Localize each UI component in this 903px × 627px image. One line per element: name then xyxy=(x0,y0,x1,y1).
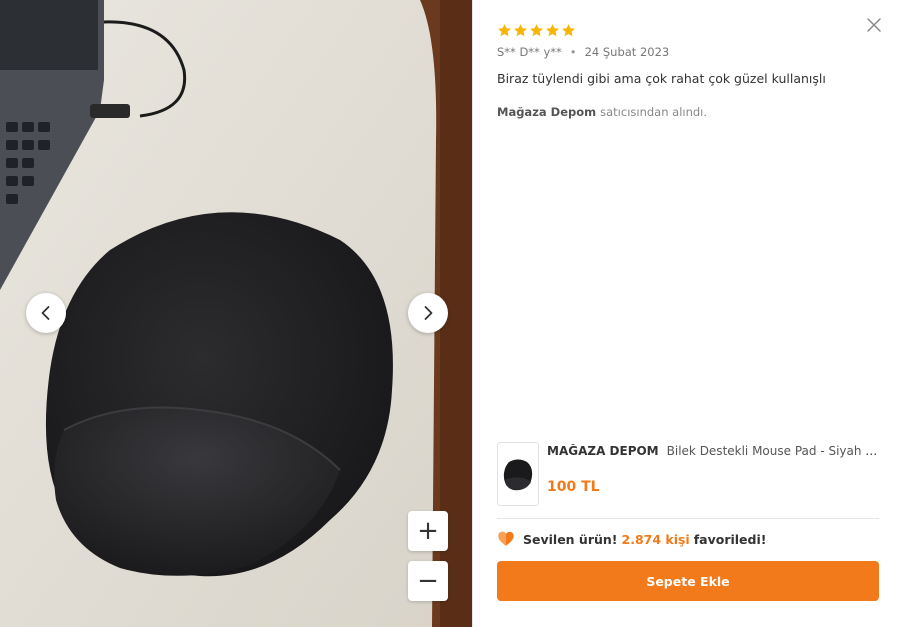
product-card[interactable]: MAĞAZA DEPOM Bilek Destekli Mouse Pad - S… xyxy=(497,442,885,506)
seller-name[interactable]: Mağaza Depom xyxy=(497,105,596,119)
zoom-out-button[interactable]: − xyxy=(408,561,448,601)
star-icon xyxy=(529,23,544,38)
heart-icon xyxy=(498,531,514,546)
zoom-in-button[interactable]: + xyxy=(408,511,448,551)
review-meta: S** D** y** • 24 Şubat 2023 xyxy=(497,45,669,59)
favorites-prefix: Sevilen ürün! xyxy=(523,531,618,547)
review-panel: S** D** y** • 24 Şubat 2023 Biraz tüylen… xyxy=(472,0,903,627)
close-button[interactable] xyxy=(867,17,883,33)
meta-separator: • xyxy=(569,45,577,59)
review-photo: + − xyxy=(0,0,472,627)
product-title[interactable]: MAĞAZA DEPOM Bilek Destekli Mouse Pad - S… xyxy=(547,444,885,458)
review-comment: Biraz tüylendi gibi ama çok rahat çok gü… xyxy=(497,71,826,86)
product-price: 100 TL xyxy=(547,479,600,495)
product-brand: MAĞAZA DEPOM xyxy=(547,444,659,458)
close-icon xyxy=(867,18,881,32)
star-icon xyxy=(561,23,576,38)
chevron-left-icon xyxy=(41,306,50,320)
mouse-pad-photo xyxy=(0,0,472,627)
product-thumbnail[interactable] xyxy=(497,442,539,506)
previous-photo-button[interactable] xyxy=(26,293,66,333)
mouse-pad-thumbnail-image xyxy=(503,459,533,491)
add-to-cart-button[interactable]: Sepete Ekle xyxy=(497,561,879,601)
star-icon xyxy=(513,23,528,38)
favorites-info: Sevilen ürün! 2.874 kişi favoriledi! xyxy=(497,530,766,548)
star-icon xyxy=(545,23,560,38)
favorites-suffix: favoriledi! xyxy=(693,531,767,547)
review-date: 24 Şubat 2023 xyxy=(584,45,670,59)
product-name: Bilek Destekli Mouse Pad - Siyah Oval Bi… xyxy=(666,444,885,458)
reviewer-name: S** D** y** xyxy=(497,45,562,59)
chevron-right-icon xyxy=(424,306,433,320)
seller-suffix: satıcısından alındı. xyxy=(600,105,708,119)
divider xyxy=(497,518,879,519)
favorites-count: 2.874 kişi xyxy=(621,531,690,547)
rating-stars xyxy=(497,23,576,38)
next-photo-button[interactable] xyxy=(408,293,448,333)
star-icon xyxy=(497,23,512,38)
seller-info: Mağaza Depom satıcısından alındı. xyxy=(497,105,707,119)
